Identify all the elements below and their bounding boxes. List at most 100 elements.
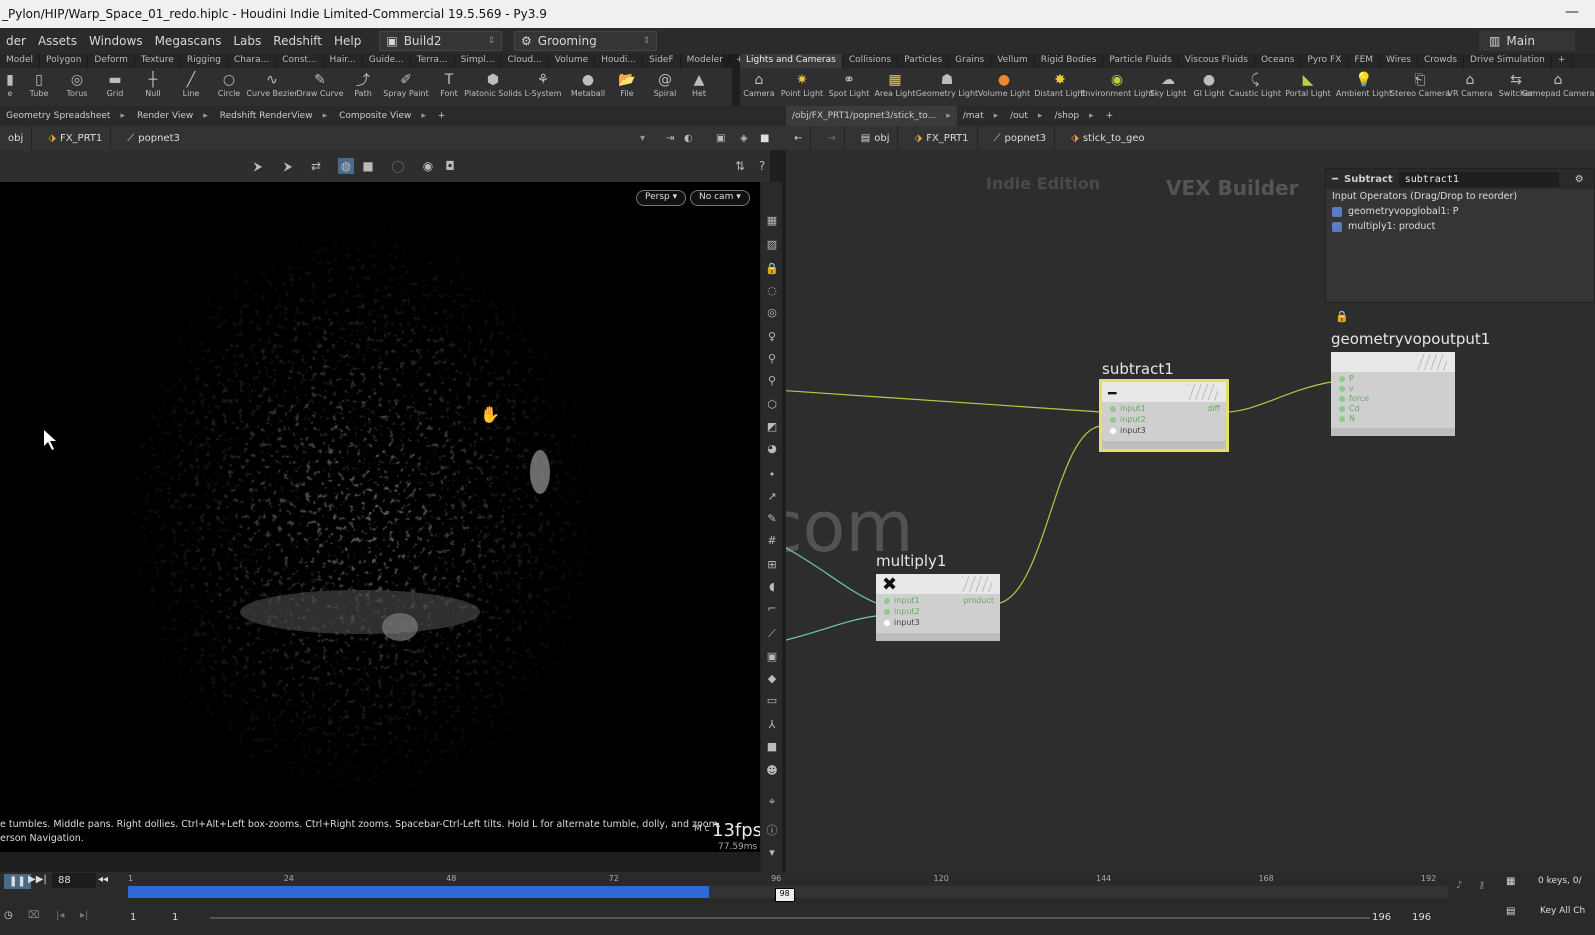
shelf-tab[interactable]: Wires: [1380, 54, 1418, 68]
main-desktop-selector[interactable]: ▥ Main: [1479, 31, 1575, 51]
tool-platonic-solids[interactable]: ⬢ Platonic Solids: [464, 68, 522, 106]
keyframe-icon[interactable]: ⌧: [28, 910, 40, 921]
node-name-field[interactable]: subtract1: [1398, 171, 1559, 187]
grid-icon[interactable]: ⊞: [764, 556, 780, 572]
shelf-tab[interactable]: Simpl...: [455, 54, 502, 68]
tab-geometry-spreadsheet[interactable]: Geometry Spreadsheet ▸: [0, 111, 131, 121]
crumb-popnet3[interactable]: ⟋ popnet3: [119, 126, 188, 150]
square-icon[interactable]: ■: [764, 738, 780, 754]
range-end[interactable]: 196: [1372, 912, 1391, 923]
shelf-tab[interactable]: Drive Simulation: [1464, 54, 1552, 68]
sync-icon[interactable]: ◐: [684, 133, 693, 144]
step-back-button[interactable]: ◂◂: [98, 874, 108, 885]
shelf-tab[interactable]: Rigid Bodies: [1035, 54, 1104, 68]
crumb-fx-prt1[interactable]: ⬗ FX_PRT1: [40, 126, 112, 150]
back-icon[interactable]: ←: [786, 126, 812, 150]
tool-caustic-light[interactable]: ⤹ Caustic Light: [1228, 68, 1282, 106]
tool-font[interactable]: T Font: [430, 68, 468, 106]
node-subtract[interactable]: subtract1 ━ input1 diff input2 input3: [1099, 360, 1229, 452]
tool-stereo-camera[interactable]: ⎗ Stereo Camera: [1390, 68, 1450, 106]
port-v[interactable]: v: [1339, 384, 1455, 394]
shelf-tab[interactable]: Deform: [88, 54, 135, 68]
select-icon[interactable]: ⮞: [250, 158, 266, 174]
close-tab-icon[interactable]: ▸: [994, 111, 999, 121]
display-icon[interactable]: ▦: [764, 212, 780, 228]
shelf-tab[interactable]: Chara...: [228, 54, 277, 68]
tool-file[interactable]: 📂 File: [608, 68, 646, 106]
port-cd[interactable]: Cd: [1339, 404, 1455, 414]
crumb-obj[interactable]: obj: [0, 126, 33, 150]
tool-null[interactable]: ┼ Null: [134, 68, 172, 106]
node-geometryvopoutput[interactable]: geometryvopoutput1 🔒 P v force Cd N: [1331, 310, 1490, 436]
tool-path[interactable]: ⤴ Path: [344, 68, 382, 106]
shelf-tab[interactable]: Cloud...: [501, 54, 549, 68]
close-tab-icon[interactable]: ▸: [421, 111, 426, 121]
wireframe-icon[interactable]: ⬡: [764, 396, 780, 412]
tool-switcher[interactable]: ⇆ Switcher: [1494, 68, 1538, 106]
lock-icon[interactable]: 🔒: [764, 260, 780, 276]
menu-item-assets[interactable]: Assets: [32, 34, 83, 48]
tab-composite-view[interactable]: Composite View ▸: [333, 111, 432, 121]
menu-item-megascans[interactable]: Megascans: [149, 34, 228, 48]
keys-panel-icon[interactable]: ▦: [1506, 876, 1515, 887]
shelf-tab[interactable]: Terra...: [411, 54, 455, 68]
tab-render-view[interactable]: Render View ▸: [131, 111, 214, 121]
axis-icon[interactable]: ⅄: [764, 716, 780, 732]
view-icon[interactable]: ■: [360, 158, 376, 174]
snapshot-icon[interactable]: ◘: [442, 158, 458, 174]
shelf-tab[interactable]: Oceans: [1255, 54, 1302, 68]
pin-icon[interactable]: ⚲: [764, 350, 780, 366]
handle-icon[interactable]: ◯: [390, 158, 406, 174]
range-end-2[interactable]: 196: [1412, 912, 1431, 923]
transform-icon[interactable]: ⇄: [308, 158, 324, 174]
tool-point-light[interactable]: ✷ Point Light: [778, 68, 826, 106]
shelf-tab[interactable]: FEM: [1348, 54, 1381, 68]
shelf-tab[interactable]: Volume: [549, 54, 596, 68]
scroll-down-icon[interactable]: ▾: [764, 844, 780, 860]
checkbox[interactable]: [1332, 221, 1342, 232]
tool-grid[interactable]: ▬ Grid: [96, 68, 134, 106]
shelf-tab[interactable]: Grains: [949, 54, 992, 68]
checkbox[interactable]: [1332, 206, 1342, 217]
tool-draw-curve[interactable]: ✎ Draw Curve: [296, 68, 344, 106]
node-flag[interactable]: [1188, 384, 1218, 400]
pin-icon[interactable]: ⚲: [764, 372, 780, 388]
port-n[interactable]: N: [1339, 414, 1455, 424]
menu-item-redshift[interactable]: Redshift: [267, 34, 328, 48]
forward-icon[interactable]: →: [819, 126, 845, 150]
skip-end-button[interactable]: ▶▶|: [28, 874, 47, 885]
range-start-2[interactable]: 1: [172, 912, 178, 923]
port-input1[interactable]: input1 product: [884, 596, 1000, 607]
close-tab-icon[interactable]: ▸: [323, 111, 328, 121]
shelf-tab[interactable]: Const...: [276, 54, 324, 68]
tool-sky-light[interactable]: ☁ Sky Light: [1146, 68, 1190, 106]
gear-icon[interactable]: ⚙: [1575, 174, 1584, 185]
crumb-stick-to-geo[interactable]: ⬗ stick_to_geo: [1063, 126, 1153, 150]
input-operator[interactable]: geometryvopglobal1: P: [1326, 204, 1594, 219]
shelf-tab[interactable]: Rigging: [181, 54, 228, 68]
select-mode-icon[interactable]: ⮞: [280, 158, 296, 174]
shelf-tab[interactable]: Crowds: [1418, 54, 1465, 68]
frame-icon[interactable]: ▭: [764, 692, 780, 708]
shelf-tab[interactable]: Viscous Fluids: [1179, 54, 1255, 68]
diamond-icon[interactable]: ◆: [764, 670, 780, 686]
channel-icon[interactable]: ▤: [1506, 906, 1515, 917]
node-multiply[interactable]: multiply1 ✖ input1 product input2 input3: [876, 552, 1000, 641]
persp-menu[interactable]: Persp ▾: [636, 190, 687, 206]
normal-icon[interactable]: ↗: [764, 488, 780, 504]
dropdown-icon[interactable]: ▾: [640, 133, 645, 144]
bulb-icon[interactable]: ♀: [764, 328, 780, 344]
tool-spray-paint[interactable]: ✐ Spray Paint: [382, 68, 430, 106]
tool-volume-light[interactable]: ● Volume Light: [976, 68, 1032, 106]
tool-area-light[interactable]: ▦ Area Light: [872, 68, 918, 106]
port-input3[interactable]: input3: [1110, 426, 1226, 437]
tab-redshift-renderview[interactable]: Redshift RenderView ▸: [214, 111, 333, 121]
menu-item-render[interactable]: der: [0, 34, 32, 48]
port-input2[interactable]: input2: [1110, 415, 1226, 426]
port-p[interactable]: P: [1339, 374, 1455, 384]
menu-item-windows[interactable]: Windows: [83, 34, 149, 48]
input-operator[interactable]: multiply1: product: [1326, 219, 1594, 234]
next-key-icon[interactable]: ▸|: [80, 910, 88, 921]
shelf-tab[interactable]: Lights and Cameras: [740, 54, 843, 68]
tool-spiral[interactable]: @ Spiral: [646, 68, 684, 106]
